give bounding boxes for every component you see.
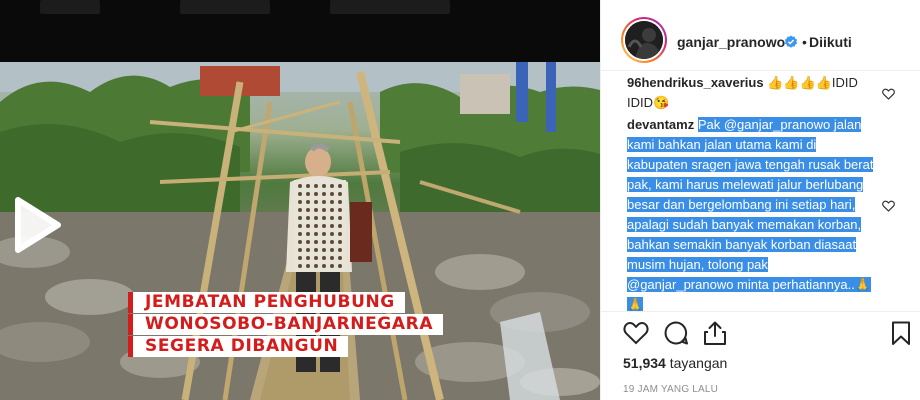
follow-status-button[interactable]: Diikuti [809,34,852,50]
view-count-number: 51,934 [623,355,666,371]
comment-like-heart-icon[interactable] [882,88,895,100]
comment-item: devantamz Pak @ganjar_pranowo jalan kami… [627,115,877,311]
post-header: ganjar_pranowo • Diikuti [601,0,920,71]
caption-line-1: JEMBATAN PENGHUBUNG [128,292,405,313]
play-icon[interactable] [0,192,66,258]
heart-icon[interactable] [623,320,649,346]
header-separator: • [802,34,807,50]
comment-text-selected: Pak @ganjar_pranowo jalan kami bahkan ja… [627,117,874,311]
comment-username[interactable]: devantamz [627,117,694,132]
post-timestamp[interactable]: 19 JAM YANG LALU [623,384,718,395]
caption-line-3: SEGERA DIBANGUN [128,336,349,357]
view-count: 51,934 tayangan [623,355,727,371]
caption-line-2: WONOSOBO-BANJARNEGARA [128,314,444,335]
post-username[interactable]: ganjar_pranowo [677,34,785,50]
video-player[interactable]: JEMBATAN PENGHUBUNG WONOSOBO-BANJARNEGAR… [0,0,600,400]
comment-like-heart-icon[interactable] [882,200,895,212]
video-top-letterbox [0,0,600,62]
avatar-photo [625,21,663,59]
bookmark-icon[interactable] [888,320,914,346]
comment-icon[interactable] [663,320,689,346]
video-caption: JEMBATAN PENGHUBUNG WONOSOBO-BANJARNEGAR… [128,292,444,358]
video-frame: JEMBATAN PENGHUBUNG WONOSOBO-BANJARNEGAR… [0,62,600,400]
avatar[interactable] [621,17,667,63]
comment-item: 96hendrikus_xaverius 👍👍👍👍IDID IDID😘 [627,73,877,113]
post-panel: ganjar_pranowo • Diikuti 96hendrikus_xav… [600,0,920,400]
comments-list: 96hendrikus_xaverius 👍👍👍👍IDID IDID😘 deva… [601,71,920,311]
view-count-label: tayangan [669,355,728,371]
verified-badge-icon [785,35,797,48]
post-actions: 51,934 tayangan 19 JAM YANG LALU [601,311,920,400]
comment-username[interactable]: 96hendrikus_xaverius [627,75,764,90]
share-icon[interactable] [702,320,728,346]
